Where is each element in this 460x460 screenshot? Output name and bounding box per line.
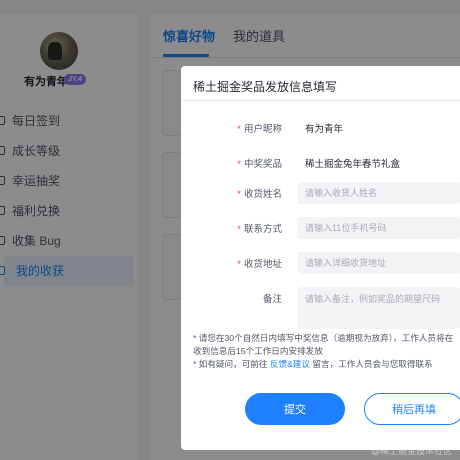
- phone-label: * 联系方式: [237, 224, 282, 235]
- divider: [181, 100, 460, 101]
- watermark: @稀土掘金技术社区: [371, 446, 453, 456]
- nickname-row: * 用户昵称 有为青年: [181, 117, 460, 139]
- notice-text: * 请您在30个自然日内填写中奖信息（逾期视为放弃），工作人员将在收到信息后15…: [193, 332, 455, 371]
- required-mark: *: [237, 159, 241, 170]
- prize-row: * 中奖奖品 稀土掘金兔年春节礼盒: [181, 152, 460, 174]
- required-mark: *: [237, 189, 241, 200]
- submit-button[interactable]: 提交: [245, 393, 345, 425]
- receiver-name-label: * 收货姓名: [237, 189, 282, 200]
- notice-line-contact: * 如有疑问，可前往 反馈&建议 留言，工作人员会与您取得联系: [193, 359, 433, 369]
- notice-line-deadline: * 请您在30个自然日内填写中奖信息（逾期视为放弃），工作人员将在收到信息后15…: [193, 333, 454, 356]
- remark-label: 备注: [262, 294, 282, 305]
- receiver-name-row: * 收货姓名: [181, 182, 460, 204]
- required-mark: *: [237, 259, 241, 270]
- required-mark: *: [237, 224, 241, 235]
- prize-value: 稀土掘金兔年春节礼盒: [305, 159, 401, 170]
- fill-later-button[interactable]: 稍后再填: [364, 393, 460, 425]
- phone-input[interactable]: [298, 217, 460, 239]
- dialog-title: 稀土掘金奖品发放信息填写: [193, 80, 338, 94]
- address-label: * 收货地址: [237, 259, 282, 270]
- receiver-name-input[interactable]: [298, 182, 460, 204]
- nickname-value: 有为青年: [305, 124, 344, 135]
- remark-textarea[interactable]: [298, 287, 460, 329]
- phone-row: * 联系方式: [181, 217, 460, 239]
- address-input[interactable]: [298, 252, 460, 274]
- address-row: * 收货地址: [181, 252, 460, 274]
- remark-row: 备注: [181, 287, 460, 329]
- feedback-link[interactable]: 反馈&建议: [270, 359, 310, 369]
- nickname-label: * 用户昵称: [237, 124, 282, 135]
- prize-info-dialog: 稀土掘金奖品发放信息填写 * 用户昵称 有为青年 * 中奖奖品 稀土掘金兔年春节礼盒…: [181, 66, 460, 450]
- prize-label: * 中奖奖品: [237, 159, 282, 170]
- required-mark: *: [237, 124, 241, 135]
